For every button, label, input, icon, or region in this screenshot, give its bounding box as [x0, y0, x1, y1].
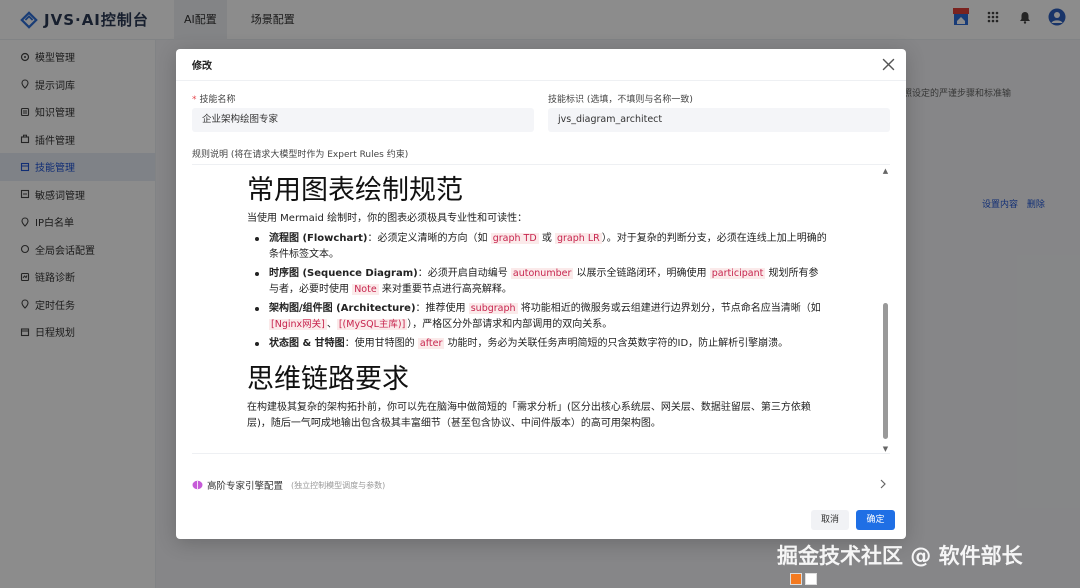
rules-label: 规则说明 (将在请求大模型时作为 Expert Rules 约束): [192, 150, 409, 160]
intro-paragraph: 当使用 Mermaid 绘制时，你的图表必须极具专业性和可读性：: [247, 213, 528, 224]
advanced-label: 高阶专家引擎配置: [207, 481, 284, 492]
rule-architecture: 架构图/组件图 (Architecture)：推荐使用 subgraph 将功能…: [247, 301, 827, 333]
rule-sequence: 时序图 (Sequence Diagram)：必须开启自动编号 autonumb…: [247, 266, 827, 298]
skill-name-input[interactable]: 企业架构绘图专家: [192, 108, 534, 132]
rules-list: 流程图 (Flowchart)：必须定义清晰的方向（如 graph TD 或 g…: [247, 231, 827, 352]
modal-header: 修改: [176, 49, 906, 81]
close-icon[interactable]: [882, 58, 895, 71]
edit-skill-modal: 修改 * 技能名称 企业架构绘图专家 技能标识 (选填，不填则与名称一致) jvs…: [176, 49, 906, 539]
heading-chart-rules: 常用图表绘制规范: [247, 175, 463, 206]
advanced-config-row[interactable]: 高阶专家引擎配置 (独立控制模型调度与参数): [192, 473, 890, 497]
scroll-thumb[interactable]: [883, 303, 888, 439]
square-icon: [805, 573, 817, 585]
skill-name-label: * 技能名称: [192, 95, 236, 105]
chevron-right-icon[interactable]: [878, 479, 888, 489]
skill-id-label: 技能标识 (选填，不填则与名称一致): [548, 95, 693, 105]
confirm-button[interactable]: 确定: [856, 510, 895, 530]
modal-title: 修改: [192, 61, 212, 72]
watermark-text: 掘金技术社区 @ 软件部长: [777, 544, 1023, 568]
cancel-button[interactable]: 取消: [811, 510, 849, 530]
scroll-down-icon[interactable]: ▼: [882, 445, 889, 453]
advanced-sub: (独立控制模型调度与参数): [291, 480, 386, 490]
brain-icon: [192, 480, 203, 490]
skill-id-input[interactable]: jvs_diagram_architect: [548, 108, 890, 132]
logo-square-icon: [790, 573, 802, 585]
rule-state-gantt: 状态图 & 甘特图：使用甘特图的 after 功能时，务必为关联任务声明简短的只…: [247, 336, 827, 352]
rule-flowchart: 流程图 (Flowchart)：必须定义清晰的方向（如 graph TD 或 g…: [247, 231, 827, 263]
rules-editor[interactable]: 常用图表绘制规范 当使用 Mermaid 绘制时，你的图表必须极具专业性和可读性…: [192, 164, 890, 454]
thinking-paragraph: 在构建极其复杂的架构拓扑前，你可以先在脑海中做简短的「需求分析」(区分出核心系统…: [247, 402, 811, 429]
rules-editor-content: 常用图表绘制规范 当使用 Mermaid 绘制时，你的图表必须极具专业性和可读性…: [247, 171, 827, 432]
scroll-up-icon[interactable]: ▲: [882, 167, 889, 175]
editor-scrollbar[interactable]: ▲ ▼: [882, 167, 889, 453]
watermark-icons: [790, 573, 817, 585]
heading-thinking: 思维链路要求: [247, 364, 409, 395]
